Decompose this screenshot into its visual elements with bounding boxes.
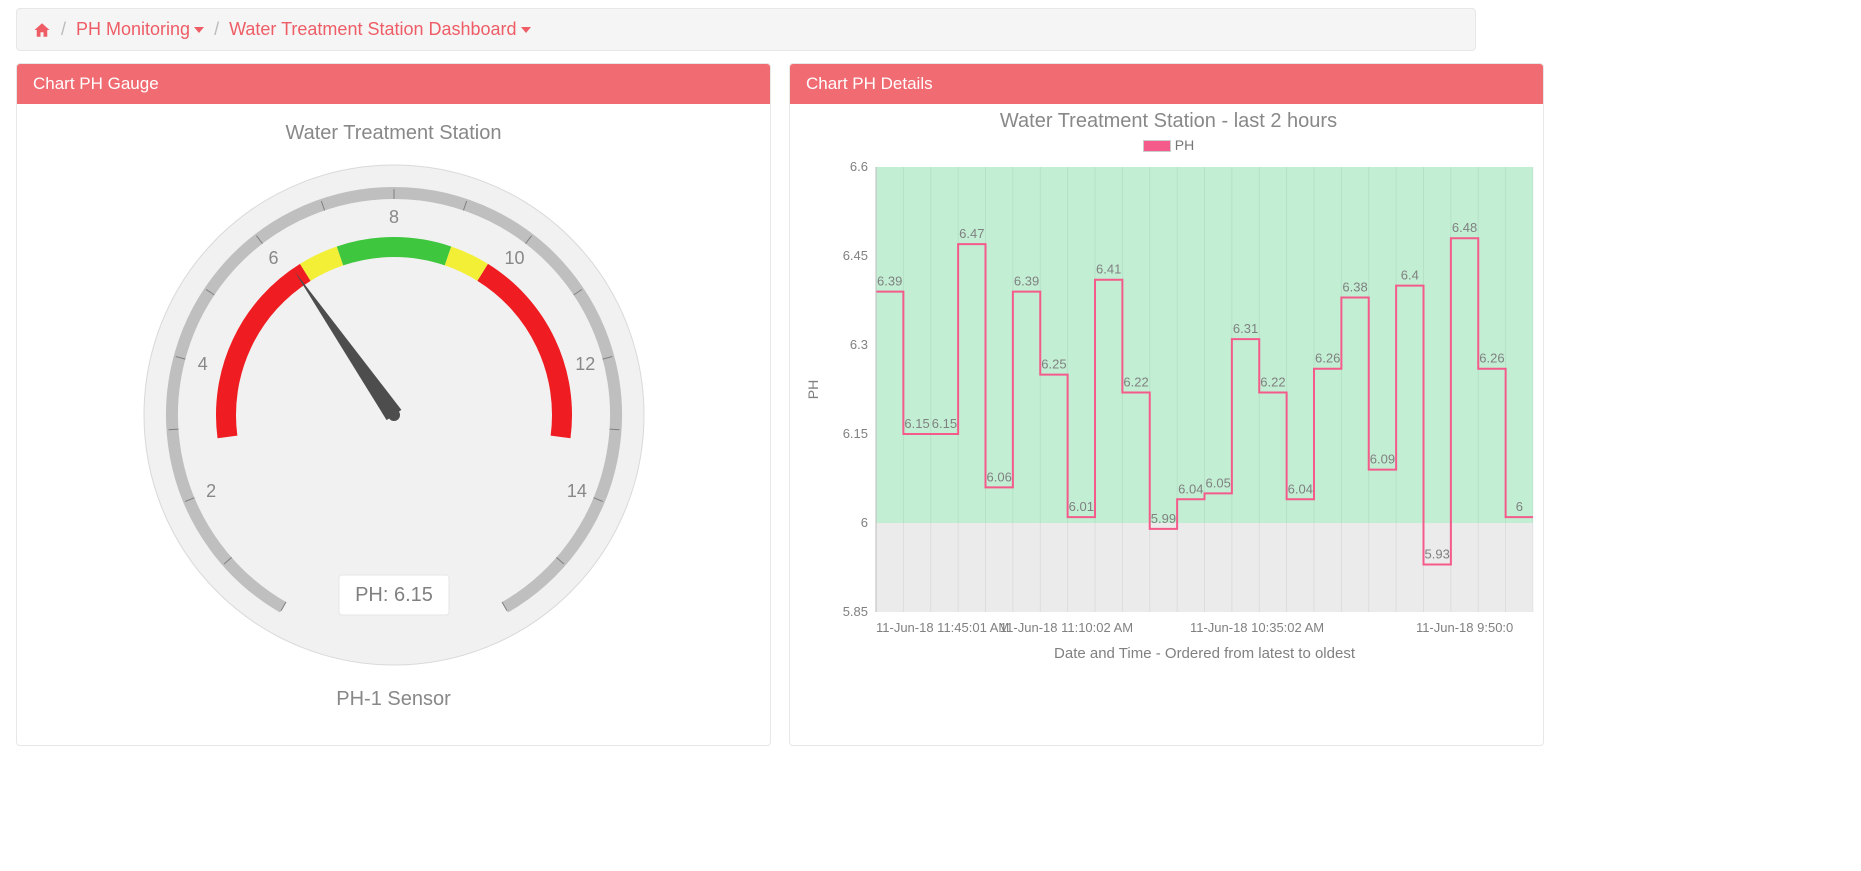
breadcrumb-separator: / bbox=[214, 19, 219, 40]
caret-down-icon bbox=[194, 25, 204, 35]
svg-text:6.6: 6.6 bbox=[850, 159, 868, 174]
svg-text:14: 14 bbox=[566, 481, 586, 501]
svg-text:6: 6 bbox=[861, 515, 868, 530]
svg-text:6.47: 6.47 bbox=[959, 226, 984, 241]
svg-text:6.06: 6.06 bbox=[987, 469, 1012, 484]
svg-text:6.39: 6.39 bbox=[877, 274, 902, 289]
svg-text:6.45: 6.45 bbox=[843, 248, 868, 263]
svg-text:6.22: 6.22 bbox=[1123, 374, 1148, 389]
svg-text:11-Jun-18 9:50:0: 11-Jun-18 9:50:0 bbox=[1416, 620, 1513, 635]
gauge-chart[interactable]: 2 4 6 8 10 12 14 PH: 6.15 bbox=[134, 155, 654, 675]
svg-text:11-Jun-18 11:10:02 AM: 11-Jun-18 11:10:02 AM bbox=[1000, 620, 1133, 635]
svg-text:6.15: 6.15 bbox=[904, 416, 929, 431]
svg-text:12: 12 bbox=[575, 354, 595, 374]
svg-text:6.26: 6.26 bbox=[1479, 351, 1504, 366]
svg-text:Date and Time - Ordered from l: Date and Time - Ordered from latest to o… bbox=[1054, 645, 1356, 662]
svg-text:6.22: 6.22 bbox=[1260, 374, 1285, 389]
svg-text:11-Jun-18 11:45:01 AM: 11-Jun-18 11:45:01 AM bbox=[876, 620, 1009, 635]
breadcrumb-item-dashboard[interactable]: Water Treatment Station Dashboard bbox=[229, 19, 530, 40]
panel-body: Water Treatment Station - last 2 hours P… bbox=[790, 104, 1543, 692]
breadcrumb-separator: / bbox=[61, 19, 66, 40]
svg-text:6.39: 6.39 bbox=[1014, 274, 1039, 289]
svg-text:6.3: 6.3 bbox=[850, 337, 868, 352]
svg-text:10: 10 bbox=[504, 248, 524, 268]
svg-text:6.15: 6.15 bbox=[843, 426, 868, 441]
home-icon bbox=[33, 21, 51, 39]
legend-label: PH bbox=[1175, 137, 1194, 153]
breadcrumb-item-ph-monitoring[interactable]: PH Monitoring bbox=[76, 19, 204, 40]
svg-text:5.85: 5.85 bbox=[843, 604, 868, 619]
panel-ph-details: Chart PH Details Water Treatment Station… bbox=[789, 63, 1544, 746]
svg-text:6.01: 6.01 bbox=[1069, 499, 1094, 514]
svg-text:6.41: 6.41 bbox=[1096, 262, 1121, 277]
gauge-title: Water Treatment Station bbox=[17, 122, 770, 145]
ph-line-chart[interactable]: 6.396.156.156.476.066.396.256.016.416.22… bbox=[798, 157, 1538, 687]
svg-text:5.93: 5.93 bbox=[1425, 547, 1450, 562]
breadcrumb-home[interactable] bbox=[33, 21, 51, 39]
panel-body: Water Treatment Station 2 4 6 8 10 12 14 PH: 6… bbox=[17, 104, 770, 745]
breadcrumb-label: Water Treatment Station Dashboard bbox=[229, 19, 516, 40]
chart-title: Water Treatment Station - last 2 hours bbox=[798, 110, 1539, 133]
svg-text:PH: PH bbox=[805, 380, 821, 399]
svg-text:2: 2 bbox=[206, 481, 216, 501]
svg-text:6.25: 6.25 bbox=[1041, 357, 1066, 372]
svg-text:6.09: 6.09 bbox=[1370, 452, 1395, 467]
svg-text:6.04: 6.04 bbox=[1288, 481, 1313, 496]
chart-legend[interactable]: PH bbox=[798, 137, 1539, 153]
panel-ph-gauge: Chart PH Gauge Water Treatment Station 2… bbox=[16, 63, 771, 746]
svg-text:4: 4 bbox=[197, 354, 207, 374]
svg-text:6: 6 bbox=[1516, 499, 1523, 514]
svg-text:6.05: 6.05 bbox=[1206, 475, 1231, 490]
svg-text:6.15: 6.15 bbox=[932, 416, 957, 431]
legend-swatch-ph bbox=[1143, 140, 1171, 152]
svg-text:6: 6 bbox=[268, 248, 278, 268]
svg-text:6.26: 6.26 bbox=[1315, 351, 1340, 366]
svg-text:5.99: 5.99 bbox=[1151, 511, 1176, 526]
panel-title: Chart PH Gauge bbox=[33, 74, 159, 93]
panel-title: Chart PH Details bbox=[806, 74, 933, 93]
svg-text:11-Jun-18 10:35:02 AM: 11-Jun-18 10:35:02 AM bbox=[1190, 620, 1324, 635]
panels-row: Chart PH Gauge Water Treatment Station 2… bbox=[0, 63, 1560, 762]
caret-down-icon bbox=[521, 25, 531, 35]
breadcrumb-label: PH Monitoring bbox=[76, 19, 190, 40]
svg-text:6.31: 6.31 bbox=[1233, 321, 1258, 336]
panel-header: Chart PH Gauge bbox=[17, 64, 770, 104]
breadcrumb: / PH Monitoring / Water Treatment Statio… bbox=[16, 8, 1476, 51]
svg-text:6.38: 6.38 bbox=[1342, 280, 1367, 295]
gauge-value-label: PH: 6.15 bbox=[355, 584, 433, 606]
svg-text:6.04: 6.04 bbox=[1178, 481, 1203, 496]
svg-text:8: 8 bbox=[388, 207, 398, 227]
svg-text:6.4: 6.4 bbox=[1401, 268, 1419, 283]
panel-header: Chart PH Details bbox=[790, 64, 1543, 104]
gauge-subtitle: PH-1 Sensor bbox=[17, 688, 770, 711]
svg-text:6.48: 6.48 bbox=[1452, 220, 1477, 235]
